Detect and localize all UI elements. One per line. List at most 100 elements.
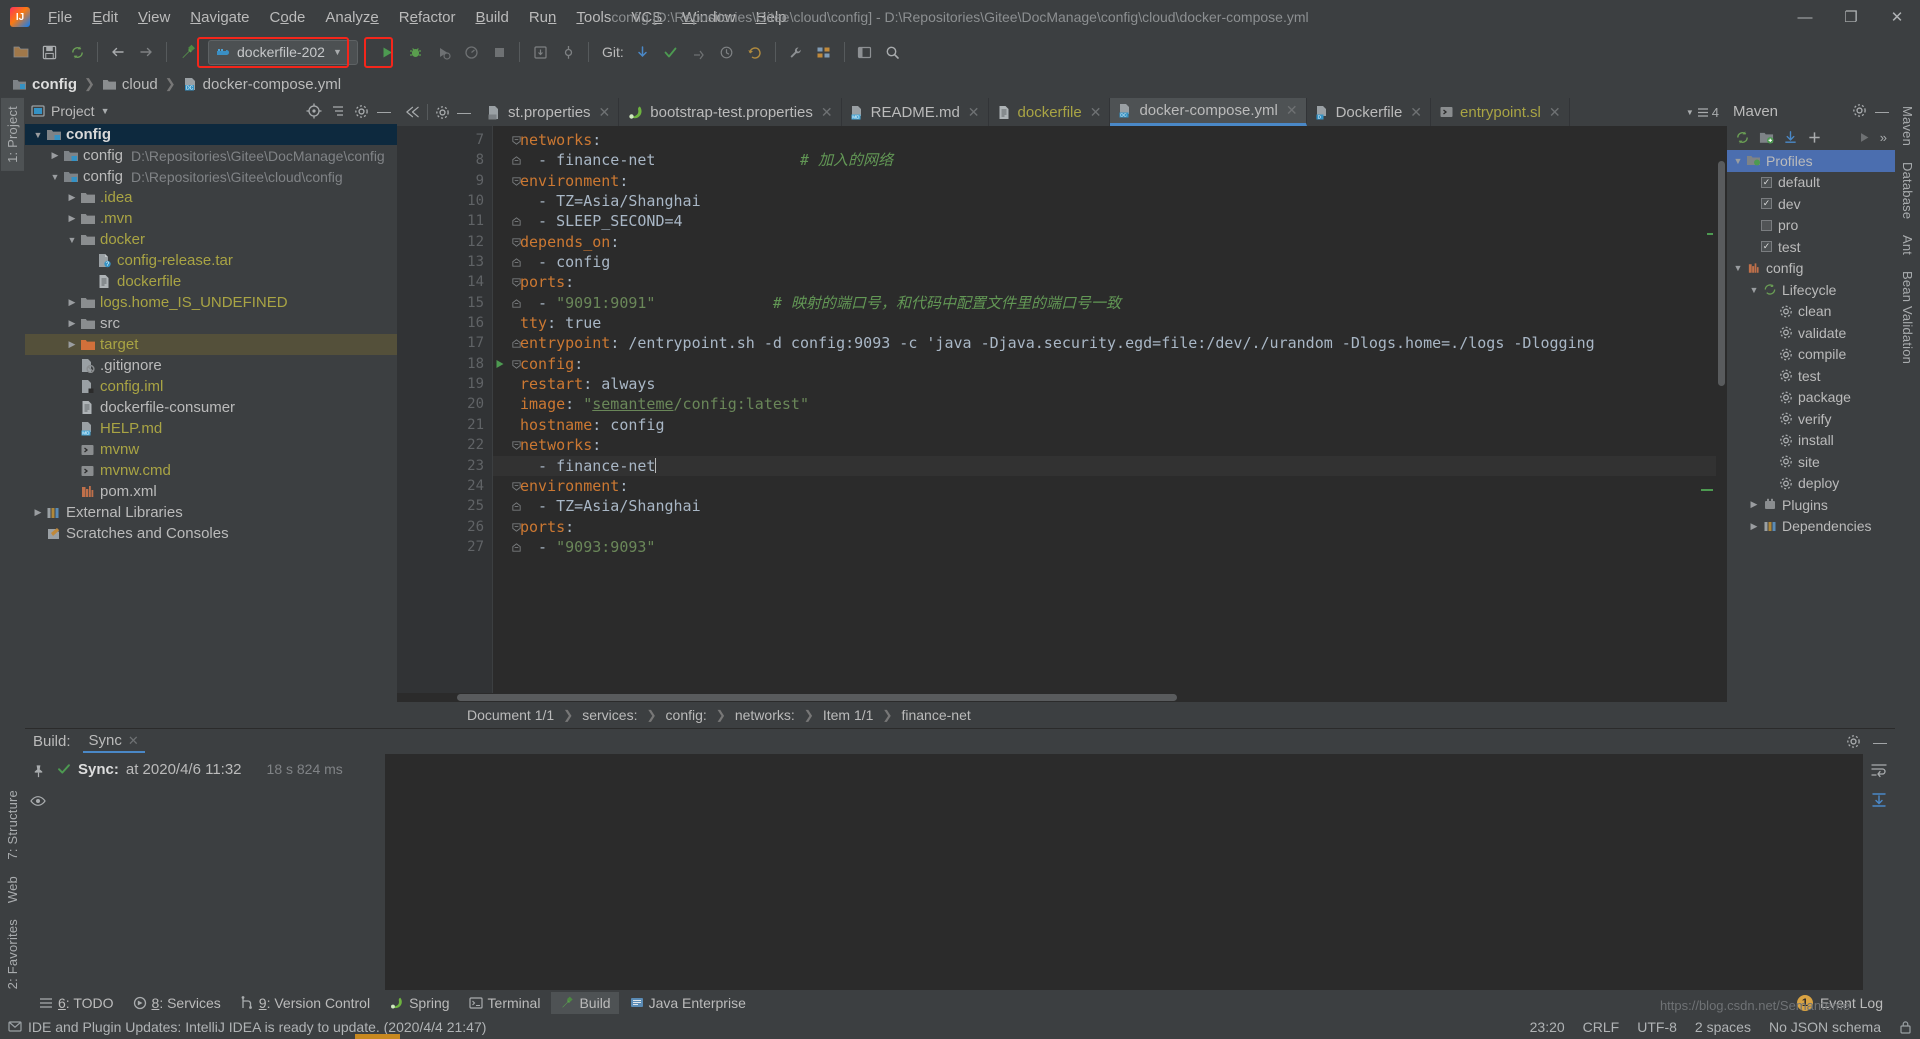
tree-down-arrow-icon[interactable]: ▼ (65, 235, 79, 245)
editor-breadcrumb-item[interactable]: networks: (735, 707, 795, 723)
project-tree[interactable]: ▼ config ▶ config D:\Repositories\Gitee\DocM… (25, 124, 397, 728)
chevron-down-icon[interactable]: ▼ (101, 106, 110, 116)
project-tree-node[interactable]: ▼ config D:\Repositories\Gitee\cloud\confi… (25, 166, 397, 187)
editor-gutter[interactable]: 7 8 9 10 11 12 13 14 15 16 17 18 19 20 21 22 23 24 25 26 27 (397, 126, 521, 693)
gutter-line-number[interactable]: 12 (397, 232, 521, 252)
code-line[interactable]: - "9093:9093" (492, 537, 1727, 557)
bottom-tab-java-enterprise[interactable]: Java Enterprise (622, 992, 754, 1014)
maven-tree-node[interactable]: ▼ Profiles (1727, 150, 1895, 172)
tree-right-arrow-icon[interactable]: ▶ (65, 318, 79, 329)
gutter-line-number[interactable]: 20 (397, 394, 492, 414)
project-tree-node[interactable]: ▶ src (25, 313, 397, 334)
gutter-line-number[interactable]: 21 (397, 415, 492, 435)
project-tree-node[interactable]: ▶ External Libraries (25, 502, 397, 523)
gutter-line-number[interactable]: 24 (397, 476, 521, 496)
update-project-icon[interactable] (527, 39, 553, 65)
run-button[interactable] (374, 39, 400, 65)
maven-tree-node[interactable]: ✓ test (1727, 236, 1895, 258)
code-line[interactable]: networks: (492, 130, 1727, 150)
tab-overflow-indicator[interactable]: ▼ 4 (1678, 98, 1727, 126)
gutter-line-number[interactable]: 16 (397, 313, 492, 333)
tree-down-arrow-icon[interactable]: ▼ (1747, 285, 1761, 295)
profile-icon[interactable] (458, 39, 484, 65)
project-tree-node[interactable]: ▶ .idea (25, 187, 397, 208)
bottom-tab-build[interactable]: Build (551, 991, 619, 1014)
git-revert-icon[interactable] (742, 39, 768, 65)
strip-tab-ant[interactable]: Ant (1896, 227, 1919, 263)
editor-hscroll-thumb[interactable] (457, 694, 1177, 701)
project-tree-node[interactable]: dockerfile (25, 271, 397, 292)
close-icon[interactable]: ✕ (599, 104, 611, 121)
editor-tab-st-properties[interactable]: st.properties ✕ (479, 98, 620, 126)
sync-result-row[interactable]: Sync: at 2020/4/6 11:32 18 s 824 ms (51, 758, 385, 780)
scroll-from-source-icon[interactable] (306, 103, 322, 119)
project-tree-node[interactable]: ▶ logs.home_IS_UNDEFINED (25, 292, 397, 313)
menu-item-navigate[interactable]: Navigate (180, 5, 259, 30)
maven-tree-node[interactable]: install (1727, 430, 1895, 452)
code-line[interactable]: hostname: config (492, 415, 1727, 435)
breadcrumb-item-1[interactable]: cloud (98, 75, 162, 94)
editor-vscroll-thumb[interactable] (1718, 161, 1725, 386)
bottom-tab-6-todo[interactable]: 6: TODO (31, 992, 122, 1014)
search-everywhere-icon[interactable] (880, 39, 906, 65)
close-icon[interactable]: ✕ (968, 104, 980, 121)
project-tree-node[interactable]: ? config-release.tar (25, 250, 397, 271)
maven-tree-node[interactable]: ▶ Dependencies (1727, 516, 1895, 538)
project-panel-title[interactable]: Project ▼ (31, 103, 110, 119)
maven-tree-node[interactable]: ▼ Lifecycle (1727, 279, 1895, 301)
bottom-tab-9-version-control[interactable]: 9: Version Control (232, 992, 378, 1014)
menu-item-view[interactable]: View (128, 5, 180, 30)
menu-item-tools[interactable]: Tools (566, 5, 621, 30)
maximize-button[interactable]: ❐ (1828, 0, 1874, 34)
maven-tree-node[interactable]: package (1727, 387, 1895, 409)
maven-more-icon[interactable]: » (1880, 130, 1887, 145)
tree-right-arrow-icon[interactable]: ▶ (48, 150, 62, 161)
menu-item-window[interactable]: Window (672, 5, 745, 30)
chevron-down-icon[interactable]: ▼ (333, 47, 342, 57)
menu-item-build[interactable]: Build (465, 5, 518, 30)
code-line[interactable]: - config (492, 252, 1727, 272)
gutter-line-number[interactable]: 7 (397, 130, 521, 150)
pin-icon[interactable] (31, 764, 46, 779)
project-tree-node[interactable]: mvnw.cmd (25, 460, 397, 481)
editor-breadcrumb-item[interactable]: Item 1/1 (823, 707, 874, 723)
maven-tree-node[interactable]: deploy (1727, 473, 1895, 495)
code-line[interactable]: - TZ=Asia/Shanghai (492, 496, 1727, 516)
code-line[interactable]: environment: (492, 476, 1727, 496)
status-json-schema[interactable]: No JSON schema (1769, 1019, 1881, 1035)
build-tab-sync[interactable]: Sync ✕ (82, 730, 145, 753)
soft-wrap-icon[interactable] (1870, 762, 1888, 778)
git-history-icon[interactable] (714, 39, 740, 65)
tree-right-arrow-icon[interactable]: ▶ (65, 339, 79, 350)
maven-tree[interactable]: ▼ Profiles ✓ default ✓ dev pro ✓ test ▼ config ▼ Lif… (1727, 150, 1895, 728)
maven-add-module-icon[interactable] (1759, 130, 1774, 145)
editor-tab-readme-md[interactable]: MD README.md ✕ (842, 98, 989, 126)
maven-tree-node[interactable]: site (1727, 451, 1895, 473)
close-icon[interactable]: ✕ (1090, 104, 1102, 121)
code-line[interactable]: - TZ=Asia/Shanghai (492, 191, 1727, 211)
status-caret-position[interactable]: 23:20 (1530, 1019, 1565, 1035)
maven-tree-node[interactable]: validate (1727, 322, 1895, 344)
menu-item-analyze[interactable]: Analyze (315, 5, 388, 30)
tree-down-arrow-icon[interactable]: ▼ (1731, 263, 1745, 273)
editor-breadcrumb-item[interactable]: finance-net (901, 707, 970, 723)
tree-right-arrow-icon[interactable]: ▶ (1747, 521, 1761, 532)
build-hammer-icon[interactable] (174, 39, 200, 65)
maven-profile-checkbox[interactable]: ✓ (1761, 241, 1772, 253)
open-project-icon[interactable] (8, 39, 34, 65)
menu-item-run[interactable]: Run (519, 5, 567, 30)
project-tree-node[interactable]: ▼ config (25, 124, 397, 145)
maven-tree-node[interactable]: test (1727, 365, 1895, 387)
panel-settings-gear-icon[interactable] (354, 104, 369, 119)
gutter-line-number[interactable]: 8 (397, 150, 521, 170)
strip-tab-bean-validation[interactable]: Bean Validation (1896, 263, 1919, 372)
close-icon[interactable]: ✕ (128, 733, 139, 749)
editor-tab-bootstrap-test-properties[interactable]: bootstrap-test.properties ✕ (619, 98, 842, 126)
code-editor[interactable]: 7 8 9 10 11 12 13 14 15 16 17 18 19 20 21 22 23 24 25 26 27 … (397, 126, 1727, 693)
minimize-button[interactable]: — (1782, 0, 1828, 34)
code-line[interactable]: restart: always (492, 374, 1727, 394)
code-line[interactable]: ports: (492, 517, 1727, 537)
editor-tab-dockerfile[interactable]: D Dockerfile ✕ (1307, 98, 1432, 126)
tree-down-arrow-icon[interactable]: ▼ (31, 130, 45, 140)
breadcrumb-item-2[interactable]: DC docker-compose.yml (179, 75, 345, 94)
